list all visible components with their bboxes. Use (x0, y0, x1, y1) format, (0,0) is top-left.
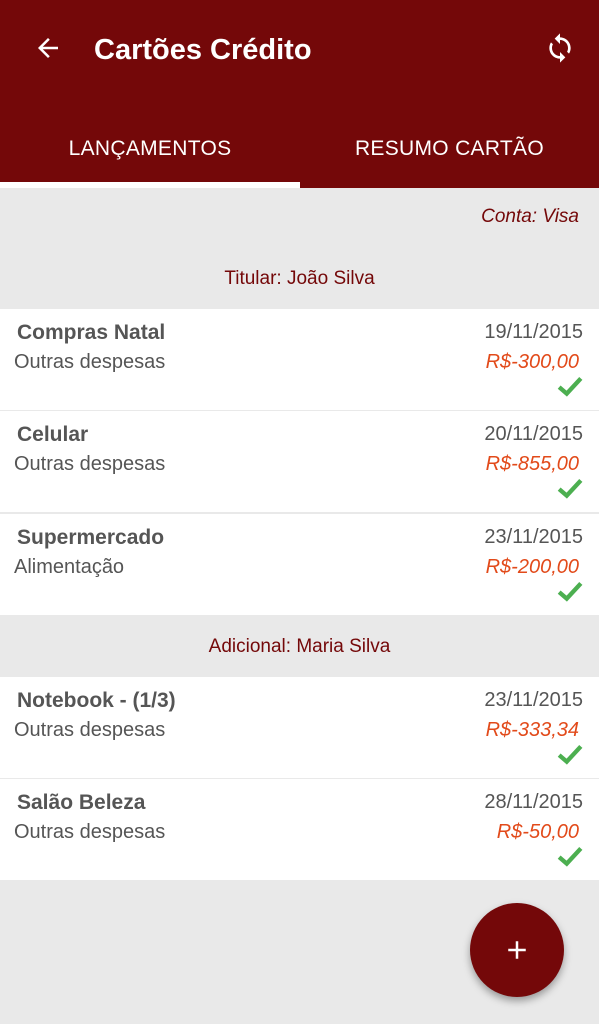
app-bar: Cartões Crédito LANÇAMENTOS RESUMO CARTÃ… (0, 0, 599, 188)
sync-icon (549, 33, 571, 63)
item-name: Celular (17, 423, 89, 446)
item-name: Notebook - (1/3) (17, 689, 176, 712)
tab-lancamentos[interactable]: LANÇAMENTOS (0, 110, 300, 188)
item-amount: R$-333,34 (485, 719, 579, 741)
arrow-back-icon (38, 38, 58, 58)
add-button[interactable] (470, 903, 564, 997)
item-category: Alimentação (14, 556, 125, 578)
item-amount: R$-50,00 (496, 821, 579, 843)
item-amount: R$-855,00 (485, 453, 579, 475)
back-button[interactable] (26, 26, 70, 70)
item-name: Salão Beleza (17, 791, 146, 814)
item-name: Compras Natal (17, 321, 166, 344)
item-category: Outras despesas (14, 719, 166, 741)
tab-resumo-cartao[interactable]: RESUMO CARTÃO (300, 110, 599, 188)
item-category: Outras despesas (14, 351, 166, 373)
group-header-titular: Titular: João Silva (224, 268, 375, 289)
list-item[interactable]: Notebook - (1/3) Outras despesas 23/11/2… (0, 677, 599, 778)
item-category: Outras despesas (14, 821, 166, 843)
page-title: Cartões Crédito (94, 34, 312, 66)
check-icon (557, 376, 583, 397)
check-icon (557, 581, 583, 602)
item-date: 19/11/2015 (484, 321, 583, 343)
item-date: 20/11/2015 (484, 423, 583, 445)
sync-button[interactable] (538, 26, 582, 70)
list-item[interactable]: Supermercado Alimentação 23/11/2015 R$-2… (0, 514, 599, 615)
check-icon (557, 478, 583, 499)
account-label: Conta: Visa (481, 206, 579, 227)
item-date: 23/11/2015 (484, 689, 583, 711)
list-item[interactable]: Celular Outras despesas 20/11/2015 R$-85… (0, 411, 599, 512)
item-category: Outras despesas (14, 453, 166, 475)
check-icon (557, 744, 583, 765)
list-item[interactable]: Salão Beleza Outras despesas 28/11/2015 … (0, 779, 599, 880)
add-icon (508, 941, 526, 959)
item-date: 23/11/2015 (484, 526, 583, 548)
item-date: 28/11/2015 (484, 791, 583, 813)
item-name: Supermercado (17, 526, 165, 549)
item-amount: R$-200,00 (485, 556, 579, 578)
check-icon (557, 846, 583, 867)
item-amount: R$-300,00 (485, 351, 579, 373)
list-item[interactable]: Compras Natal Outras despesas 19/11/2015… (0, 309, 599, 410)
tab-indicator (0, 182, 300, 188)
group-header-adicional: Adicional: Maria Silva (208, 636, 391, 657)
